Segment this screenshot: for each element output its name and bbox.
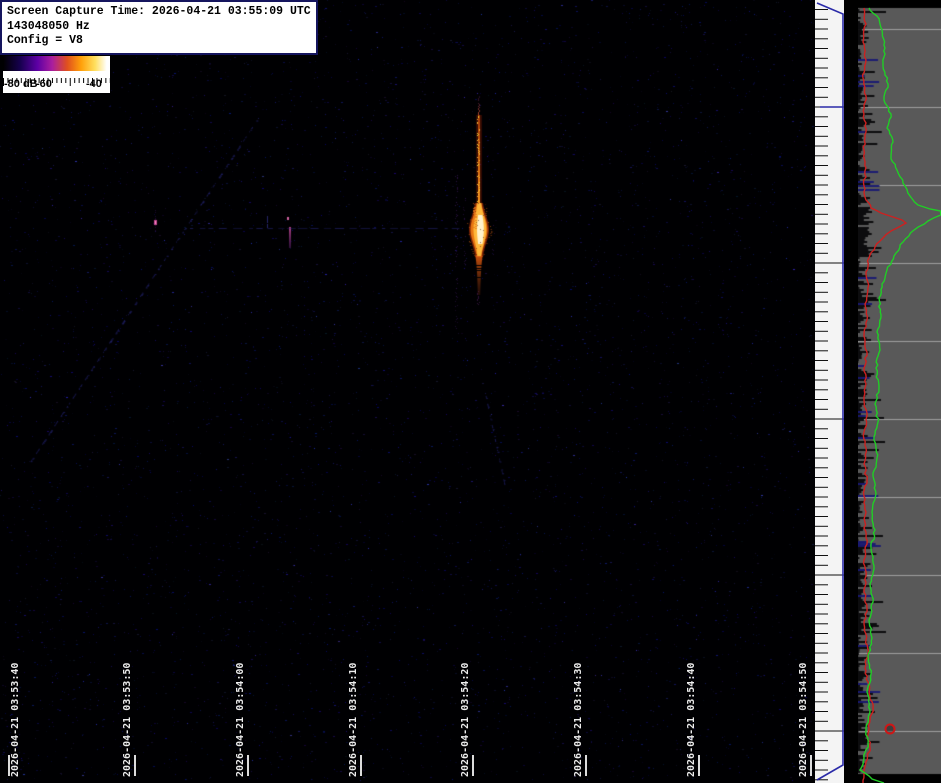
db-label-80: -80 dB bbox=[4, 78, 38, 90]
color-scale-gradient bbox=[3, 56, 110, 71]
time-label: 2026-04-21 03:54:30 bbox=[573, 662, 584, 777]
time-label: 2026-04-21 03:54:00 bbox=[235, 662, 246, 777]
spectrum-traces bbox=[859, 7, 941, 783]
capture-time-text: Screen Capture Time: 2026-04-21 03:55:09… bbox=[7, 5, 311, 18]
time-tick bbox=[360, 755, 362, 776]
frequency-ruler bbox=[815, 0, 844, 783]
time-label: 2026-04-21 03:54:10 bbox=[348, 662, 359, 777]
capture-info-box: Screen Capture Time: 2026-04-21 03:55:09… bbox=[0, 0, 318, 55]
spectrum-lab-screen-capture: Screen Capture Time: 2026-04-21 03:55:09… bbox=[0, 0, 941, 783]
frequency-text: 143048050 Hz bbox=[7, 19, 90, 33]
time-tick bbox=[472, 755, 474, 776]
peak-marker bbox=[884, 723, 896, 735]
color-scale-ruler: -80 dB -60 -40 bbox=[3, 71, 111, 93]
time-tick bbox=[585, 755, 587, 776]
db-label-40: -40 bbox=[86, 78, 102, 90]
time-label: 2026-04-21 03:54:20 bbox=[460, 662, 471, 777]
color-scale: -80 dB -60 -40 bbox=[3, 56, 111, 93]
live-spectrum-trace bbox=[859, 7, 941, 783]
time-tick bbox=[8, 755, 10, 776]
time-label: 2026-04-21 03:53:40 bbox=[10, 662, 21, 777]
time-tick bbox=[810, 755, 812, 776]
db-label-60: -60 bbox=[36, 78, 52, 90]
frequency-axis-labels: 1430504001430502001430500001430498001430… bbox=[844, 0, 858, 783]
time-label: 2026-04-21 03:54:40 bbox=[686, 662, 697, 777]
time-tick bbox=[247, 755, 249, 776]
time-tick bbox=[698, 755, 700, 776]
time-label: 2026-04-21 03:53:50 bbox=[122, 662, 133, 777]
time-tick bbox=[134, 755, 136, 776]
time-label: 2026-04-21 03:54:50 bbox=[798, 662, 809, 777]
config-text: Config = V8 bbox=[7, 34, 83, 47]
spectrum-panel bbox=[858, 0, 941, 783]
